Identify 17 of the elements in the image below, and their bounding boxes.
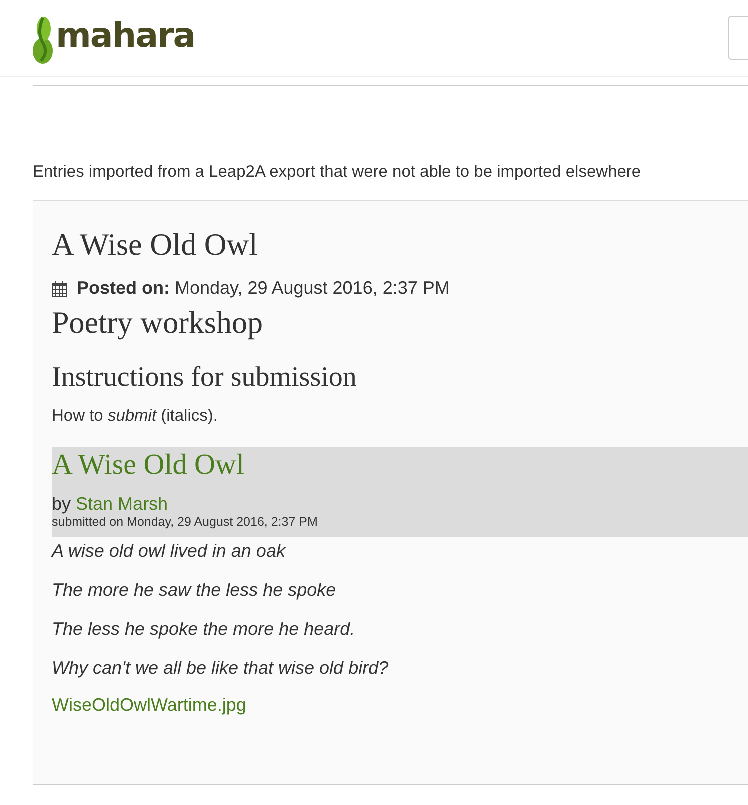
poem-line: The less he spoke the more he heard. xyxy=(52,618,356,641)
submission-title: A Wise Old Owl xyxy=(52,448,244,483)
attachment-link[interactable]: WiseOldOwlWartime.jpg xyxy=(52,695,246,716)
posted-date: Posted on: Monday, 29 August 2016, 2:37 PM xyxy=(77,278,450,299)
search-field[interactable] xyxy=(728,16,748,60)
submission-author: by Stan Marsh xyxy=(52,494,168,515)
section-subheading: Instructions for submission xyxy=(52,361,358,395)
instructions-text: How to submit (italics). xyxy=(52,406,219,427)
logo-text: mahara xyxy=(56,19,196,58)
poem-line: A wise old owl lived in an oak xyxy=(52,540,287,563)
submission-date: submitted on Monday, 29 August 2016, 2:37 PM xyxy=(52,515,319,529)
poem-line: Why can't we all be like that wise old bird? xyxy=(52,657,390,680)
author-link[interactable]: Stan Marsh xyxy=(76,494,168,514)
calendar-icon xyxy=(52,280,67,296)
entry-title: A Wise Old Owl xyxy=(52,226,259,264)
section-heading: Poetry workshop xyxy=(52,304,264,342)
poem-line: The more he saw the less he spoke xyxy=(52,579,338,602)
